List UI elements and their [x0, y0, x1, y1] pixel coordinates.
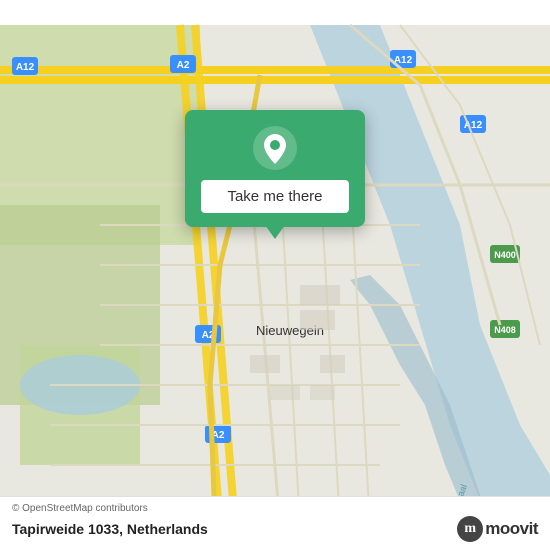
bottom-bar: © OpenStreetMap contributors Tapirweide … [0, 496, 550, 550]
svg-text:N400: N400 [494, 250, 516, 260]
svg-text:N408: N408 [494, 325, 516, 335]
moovit-logo: m moovit [457, 516, 538, 542]
svg-text:A2: A2 [177, 60, 190, 71]
take-me-there-button[interactable]: Take me there [201, 180, 349, 213]
moovit-logo-text: moovit [485, 519, 538, 539]
address-label: Tapirweide 1033, Netherlands [12, 521, 208, 537]
moovit-logo-icon: m [457, 516, 483, 542]
location-pin-icon [253, 126, 297, 170]
map-container: A12 A2 A2 A2 A2 A12 A12 N400 N408 [0, 0, 550, 550]
popup-card: Take me there [185, 110, 365, 227]
map-background: A12 A2 A2 A2 A2 A12 A12 N400 N408 [0, 0, 550, 550]
copyright-text: © OpenStreetMap contributors [12, 503, 538, 514]
svg-text:A12: A12 [16, 62, 35, 73]
